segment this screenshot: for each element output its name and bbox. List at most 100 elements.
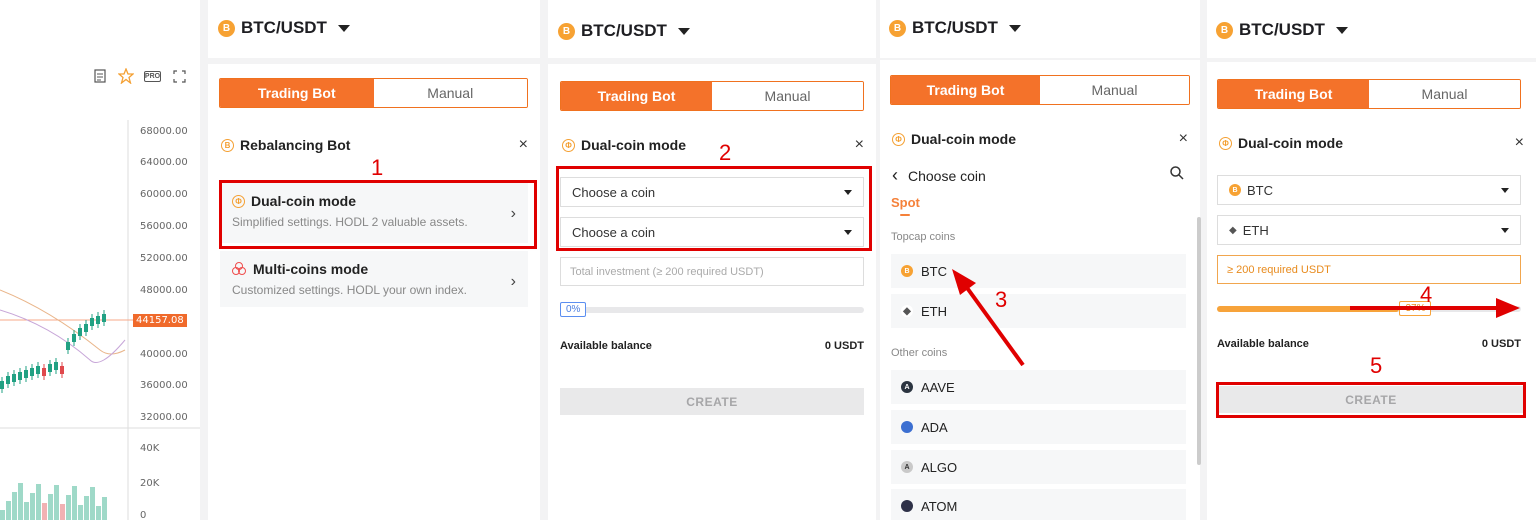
investment-input[interactable]: ≥ 200 required USDT xyxy=(1217,255,1521,284)
price-axis-label: 40000.00 xyxy=(140,349,188,360)
first-coin-select[interactable]: B BTC xyxy=(1217,175,1521,205)
investment-input[interactable]: Total investment (≥ 200 required USDT) xyxy=(560,257,864,286)
price-axis-label: 60000.00 xyxy=(140,189,188,200)
volume-bar xyxy=(36,484,41,520)
volume-bar xyxy=(6,501,11,520)
caret-down-icon xyxy=(337,24,350,32)
coin-option-ada[interactable]: ADA xyxy=(891,410,1186,444)
tab-trading-bot[interactable]: Trading Bot xyxy=(220,79,374,107)
coin-option-aave[interactable]: A AAVE xyxy=(891,370,1186,404)
bot-title-label: Dual-coin mode xyxy=(581,137,687,153)
volume-bar xyxy=(102,497,107,520)
mode-tabs: Trading Bot Manual xyxy=(560,81,864,111)
volume-bar xyxy=(96,506,101,520)
price-axis-label: 68000.00 xyxy=(140,126,188,137)
price-axis-label: 20K xyxy=(140,478,160,489)
dual-coin-icon: Φ xyxy=(892,132,905,146)
close-icon[interactable]: × xyxy=(519,136,528,154)
btc-coin-icon: B xyxy=(558,22,575,40)
tab-spot[interactable]: Spot xyxy=(891,195,920,210)
bot-title: B Rebalancing Bot xyxy=(221,137,350,153)
create-button[interactable]: CREATE xyxy=(560,388,864,415)
coin-name: ATOM xyxy=(921,498,958,514)
coin-name: ADA xyxy=(921,419,948,435)
step-number-5: 5 xyxy=(1370,353,1383,378)
coin-option-atom[interactable]: ATOM xyxy=(891,489,1186,520)
star-icon[interactable] xyxy=(118,68,134,84)
balance-label: Available balance xyxy=(1217,338,1309,350)
panel-step-1: B BTC/USDT Trading Bot Manual B Rebalanc… xyxy=(208,0,540,520)
highlight-box-5 xyxy=(1216,382,1526,418)
price-axis-label: 36000.00 xyxy=(140,380,188,391)
ada-coin-icon xyxy=(901,421,913,433)
volume-bar xyxy=(84,496,89,520)
other-coins-label: Other coins xyxy=(891,347,948,359)
volume-bar xyxy=(72,486,77,520)
btc-coin-icon: B xyxy=(889,19,906,37)
close-icon[interactable]: × xyxy=(1515,134,1524,152)
fullscreen-icon[interactable] xyxy=(171,68,187,84)
mode-tabs: Trading Bot Manual xyxy=(219,78,528,108)
algo-coin-icon: A xyxy=(901,461,913,473)
volume-bar xyxy=(90,487,95,520)
arrow-annotation-4 xyxy=(1350,298,1520,318)
tab-trading-bot[interactable]: Trading Bot xyxy=(1218,80,1369,108)
pair-selector[interactable]: B BTC/USDT xyxy=(889,18,1021,38)
pair-selector[interactable]: B BTC/USDT xyxy=(218,18,350,38)
price-axis-label: 52000.00 xyxy=(140,253,188,264)
bot-title-label: Dual-coin mode xyxy=(911,131,1017,147)
tab-manual[interactable]: Manual xyxy=(712,82,863,110)
volume-bar xyxy=(54,485,59,520)
coin-list-scrollbar[interactable] xyxy=(1197,217,1201,465)
second-coin-select[interactable]: ◆ ETH xyxy=(1217,215,1521,245)
bot-title-label: Rebalancing Bot xyxy=(240,137,351,153)
price-axis-label: 56000.00 xyxy=(140,221,188,232)
bot-title-label: Dual-coin mode xyxy=(1238,135,1344,151)
moving-average-line xyxy=(0,289,126,355)
pair-label: BTC/USDT xyxy=(581,21,667,40)
close-icon[interactable]: × xyxy=(855,136,864,154)
rebalancing-icon: B xyxy=(221,138,234,152)
choose-coin-header[interactable]: ‹ Choose coin xyxy=(892,165,986,186)
bot-title: Φ Dual-coin mode xyxy=(562,137,686,153)
pair-selector[interactable]: B BTC/USDT xyxy=(1216,20,1348,40)
last-price-tag: 44157.08 xyxy=(133,314,187,327)
bot-title: Φ Dual-coin mode xyxy=(892,131,1016,147)
pro-icon[interactable]: PRO xyxy=(144,70,161,82)
step-number-2: 2 xyxy=(719,140,732,165)
option-desc: Customized settings. HODL your own index… xyxy=(232,283,467,297)
chevron-left-icon: ‹ xyxy=(892,165,898,185)
tab-trading-bot[interactable]: Trading Bot xyxy=(891,76,1040,104)
balance-value: 0 USDT xyxy=(824,340,864,352)
coin-option-algo[interactable]: A ALGO xyxy=(891,450,1186,484)
select-value: ETH xyxy=(1242,222,1269,238)
panel-step-3: B BTC/USDT Trading Bot Manual Φ Dual-coi… xyxy=(880,0,1201,520)
volume-bar xyxy=(24,502,29,520)
price-chart-panel: PRO 68000.00 64000.00 60000.00 56000.00 5200… xyxy=(0,0,200,520)
close-icon[interactable]: × xyxy=(1179,130,1188,148)
pair-selector[interactable]: B BTC/USDT xyxy=(558,21,690,41)
step-number-1: 1 xyxy=(371,155,384,180)
price-axis-label: 40K xyxy=(140,443,160,454)
tab-manual[interactable]: Manual xyxy=(1369,80,1520,108)
tab-manual[interactable]: Manual xyxy=(1040,76,1189,104)
multi-coin-option[interactable]: Multi-coins mode Customized settings. HO… xyxy=(220,251,528,307)
eth-coin-icon: ◆ xyxy=(901,305,913,317)
tab-trading-bot[interactable]: Trading Bot xyxy=(561,82,712,110)
bot-title: Φ Dual-coin mode xyxy=(1219,135,1343,151)
aave-coin-icon: A xyxy=(901,381,913,393)
search-icon[interactable] xyxy=(1170,166,1184,185)
btc-coin-icon: B xyxy=(1216,21,1233,39)
chevron-right-icon: › xyxy=(510,273,516,290)
arrow-annotation-3 xyxy=(952,269,1025,367)
percent-badge: 0% xyxy=(560,302,587,317)
pair-label: BTC/USDT xyxy=(241,18,327,37)
spot-underline xyxy=(900,214,910,216)
dual-coin-icon: Φ xyxy=(1219,136,1232,150)
investment-slider[interactable] xyxy=(560,307,864,313)
document-icon[interactable] xyxy=(92,68,108,84)
mode-tabs: Trading Bot Manual xyxy=(1217,79,1521,109)
multi-coin-icon xyxy=(232,261,247,276)
volume-bar xyxy=(60,504,65,520)
tab-manual[interactable]: Manual xyxy=(373,79,527,107)
